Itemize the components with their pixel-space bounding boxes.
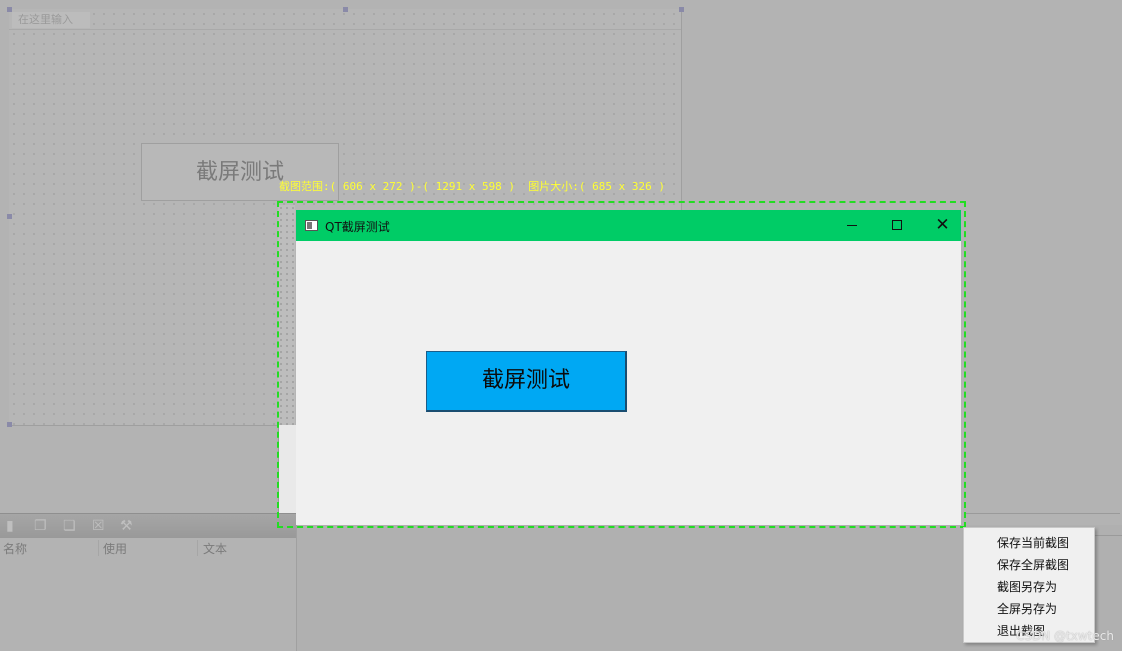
resize-handle-top-right <box>679 7 684 12</box>
capture-range-info: 截图范围:( 606 x 272 )-( 1291 x 598 ) 图片大小:(… <box>279 180 666 193</box>
watermark: CSDN @txwtech <box>1016 629 1114 643</box>
resize-handle-left <box>7 214 12 219</box>
capture-selection-frame[interactable] <box>277 201 966 528</box>
action-editor-toolbar: ▮ ❐ ❏ ☒ ⚒ <box>0 513 296 538</box>
capture-context-menu: 保存当前截图 保存全屏截图 截图另存为 全屏另存为 退出截图 <box>963 527 1095 643</box>
column-header-text: 文本 <box>203 542 228 556</box>
column-separator <box>197 540 198 556</box>
menubar-divider <box>9 29 681 30</box>
copy-action-icon: ❐ <box>34 518 47 534</box>
resize-handle-bottom-left <box>7 422 12 427</box>
menu-item-save-current[interactable]: 保存当前截图 <box>997 534 1069 551</box>
menu-placeholder: 在这里输入 <box>12 12 90 28</box>
resize-handle-top-left <box>7 7 12 12</box>
menu-item-save-fullscreen-as[interactable]: 全屏另存为 <box>997 600 1057 617</box>
configure-action-icon: ⚒ <box>120 518 133 534</box>
pane-divider <box>1092 535 1122 536</box>
column-header-name: 名称 <box>3 542 28 556</box>
menu-item-save-capture-as[interactable]: 截图另存为 <box>997 578 1057 595</box>
column-separator <box>98 540 99 556</box>
delete-action-icon: ☒ <box>92 518 105 534</box>
pane-divider <box>966 513 1120 514</box>
resize-handle-top <box>343 7 348 12</box>
new-action-icon: ▮ <box>6 518 14 534</box>
column-header-used: 使用 <box>103 542 128 556</box>
menu-item-save-fullscreen[interactable]: 保存全屏截图 <box>997 556 1069 573</box>
action-editor-panel: ▮ ❐ ❏ ☒ ⚒ 名称 使用 文本 <box>0 513 296 651</box>
paste-action-icon: ❏ <box>63 518 76 534</box>
